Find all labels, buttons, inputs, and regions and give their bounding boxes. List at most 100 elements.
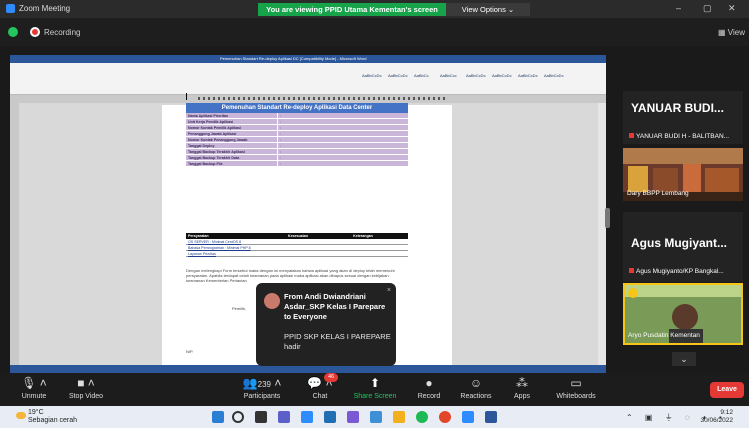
recording-icon — [30, 27, 40, 37]
view-layout-button[interactable]: ▦ View — [718, 28, 745, 37]
signature-block: Pemilik, NIP. — [186, 306, 256, 354]
clock-date: 30/06/2022 — [700, 417, 733, 424]
field-value: : — [280, 132, 281, 136]
meeting-toolbar: 🎙 ˄ Unmute ■ ˄ Stop Video 👥239 ˄ Partici… — [0, 373, 749, 406]
unmute-label: Unmute — [21, 393, 47, 400]
zoom-active-icon[interactable] — [462, 411, 474, 423]
field-value: : — [280, 114, 281, 118]
app-icon[interactable] — [347, 411, 359, 423]
field-label: Penanggung Jawab Aplikasi — [186, 131, 278, 136]
weather-icon — [16, 412, 26, 419]
participant-gallery: YANUAR BUDI... YANUAR BUDI H - BALITBAN.… — [620, 46, 749, 372]
app-icon[interactable] — [324, 411, 336, 423]
record-icon: ● — [425, 376, 433, 390]
ribbon-style-swatch: AaBbCcDc — [388, 73, 408, 78]
chat-sender: From Andi Dwiandriani Asdar_SKP Kelas I … — [284, 292, 386, 321]
recording-label: Recording — [44, 28, 81, 37]
app-title-group: Zoom Meeting — [6, 4, 70, 13]
apps-icon: ⁂ — [516, 376, 528, 390]
ribbon-style-swatch: AaBbCcDc — [544, 73, 564, 78]
stop-video-label: Stop Video — [68, 393, 104, 400]
field-value: : — [280, 162, 281, 166]
table-field-row: Tanggal Backup File: — [186, 161, 408, 167]
field-label: Nomor Kontak Penanggung Jawab — [186, 137, 278, 142]
participant-tile[interactable]: Agus Mugiyant... Agus Mugiyanto/KP Bangk… — [623, 212, 743, 282]
leave-button[interactable]: Leave — [710, 382, 744, 398]
temperature: 19°C — [28, 409, 44, 416]
ruler-ticks — [198, 97, 448, 100]
active-speaker-video[interactable]: Aryo Pusdatin Kementan — [623, 283, 743, 345]
declaration-paragraph: Dengan melengkapi Form tersebut maka den… — [186, 268, 395, 283]
chat-teams-icon[interactable] — [278, 411, 290, 423]
zoom-logo-icon — [6, 4, 15, 13]
minimize-button[interactable]: – — [676, 3, 681, 13]
weather-condition: Sebagian cerah — [28, 417, 78, 424]
chrome-icon[interactable] — [439, 411, 451, 423]
requirements-table: Persyaratan Kesesuaian Keterangan OS SER… — [186, 233, 408, 257]
field-value: : — [280, 150, 281, 154]
view-options-button[interactable]: View Options ⌄ — [446, 3, 530, 16]
file-explorer-icon[interactable] — [393, 411, 405, 423]
security-shield-icon[interactable] — [8, 27, 18, 37]
field-label: Nomor Kontak Pemilik Aplikasi — [186, 125, 278, 130]
app-icon[interactable] — [370, 411, 382, 423]
text-cursor — [186, 93, 187, 100]
chat-notification[interactable]: × From Andi Dwiandriani Asdar_SKP Kelas … — [256, 283, 396, 366]
sender-avatar — [264, 293, 280, 309]
participant-display-name: Agus Mugiyant... — [631, 236, 727, 250]
participant-full-name: YANUAR BUDI H - BALITBAN... — [629, 133, 729, 140]
search-icon[interactable] — [232, 411, 244, 423]
whiteboards-label: Whiteboards — [556, 393, 596, 400]
share-screen-button[interactable]: ⬆ Share Screen — [353, 375, 397, 400]
participants-button[interactable]: 👥239 ˄ Participants — [236, 375, 288, 400]
reactions-label: Reactions — [460, 393, 492, 400]
maximize-button[interactable]: ▢ — [703, 3, 712, 14]
record-label: Record — [417, 393, 441, 400]
windows-taskbar: 19°C Sebagian cerah ⌃ ▣ ⏚ ◌ ◖ ▪ 9:12 30/… — [0, 406, 749, 428]
participant-name-text: YANUAR BUDI H - BALITBAN... — [636, 133, 730, 140]
word-title-bar: Pemenuhan Standart Re-deploy Aplikasi DC… — [10, 55, 606, 63]
apps-button[interactable]: ⁂ Apps — [507, 375, 537, 400]
gallery-next-button[interactable]: ⌄ — [672, 352, 696, 366]
zoom-app-icon[interactable] — [301, 411, 313, 423]
record-button[interactable]: ● Record — [414, 375, 444, 400]
field-label: Tanggal Backup Terakhir Data — [186, 155, 278, 160]
unmute-button[interactable]: 🎙 ˄ Unmute — [16, 375, 52, 400]
participant-video-label: Dary BBPP Lembang — [627, 190, 689, 197]
reactions-button[interactable]: ☺ Reactions — [457, 375, 495, 400]
whiteboards-button[interactable]: ▭ Whiteboards — [550, 375, 602, 400]
participant-video-label: Aryo Pusdatin Kementan — [628, 332, 700, 339]
vertical-ruler — [10, 103, 19, 368]
microphone-off-icon: 🎙 ˄ — [21, 376, 47, 390]
requirement-row: Layanan Prioritas — [186, 251, 408, 257]
ribbon-style-swatch: AaBbCcc — [440, 73, 457, 78]
stop-video-button[interactable]: ■ ˄ Stop Video — [62, 375, 110, 400]
field-value: : — [280, 156, 281, 160]
standard-table: Pemenuhan Standart Re-deploy Aplikasi Da… — [186, 103, 408, 167]
ribbon-style-swatch: AaBbCc — [414, 73, 429, 78]
taskbar-clock[interactable]: 9:12 30/06/2022 — [700, 409, 733, 425]
zoom-window: Zoom Meeting You are viewing PPID Utama … — [0, 0, 749, 428]
requirement-text: Layanan Prioritas — [188, 252, 216, 256]
document-scrollbar — [598, 103, 606, 365]
field-value: : — [280, 144, 281, 148]
word-icon[interactable] — [485, 411, 497, 423]
nip-label: NIP. — [186, 349, 194, 354]
participant-video[interactable]: Dary BBPP Lembang — [623, 148, 743, 201]
requirement-text: Bahasa Pemrograman : Minimal PHP 8 — [188, 246, 251, 250]
participant-tile[interactable]: YANUAR BUDI... YANUAR BUDI H - BALITBAN.… — [623, 91, 743, 144]
field-value: : — [280, 138, 281, 142]
title-bar: Zoom Meeting You are viewing PPID Utama … — [0, 0, 749, 18]
field-value: : — [280, 126, 281, 130]
weather-widget[interactable]: 19°C Sebagian cerah — [28, 409, 77, 425]
task-view-icon[interactable] — [255, 411, 267, 423]
start-windows-icon[interactable] — [212, 411, 224, 423]
mic-muted-icon — [629, 268, 634, 273]
close-button[interactable]: ✕ — [728, 3, 736, 14]
smile-icon: ☺ — [469, 376, 483, 390]
panel-resize-handle[interactable] — [605, 208, 610, 228]
participants-label: Participants — [243, 393, 281, 400]
spotify-icon[interactable] — [416, 411, 428, 423]
clock-time: 9:12 — [720, 409, 733, 416]
field-label: Tanggal Backup File — [186, 161, 278, 166]
